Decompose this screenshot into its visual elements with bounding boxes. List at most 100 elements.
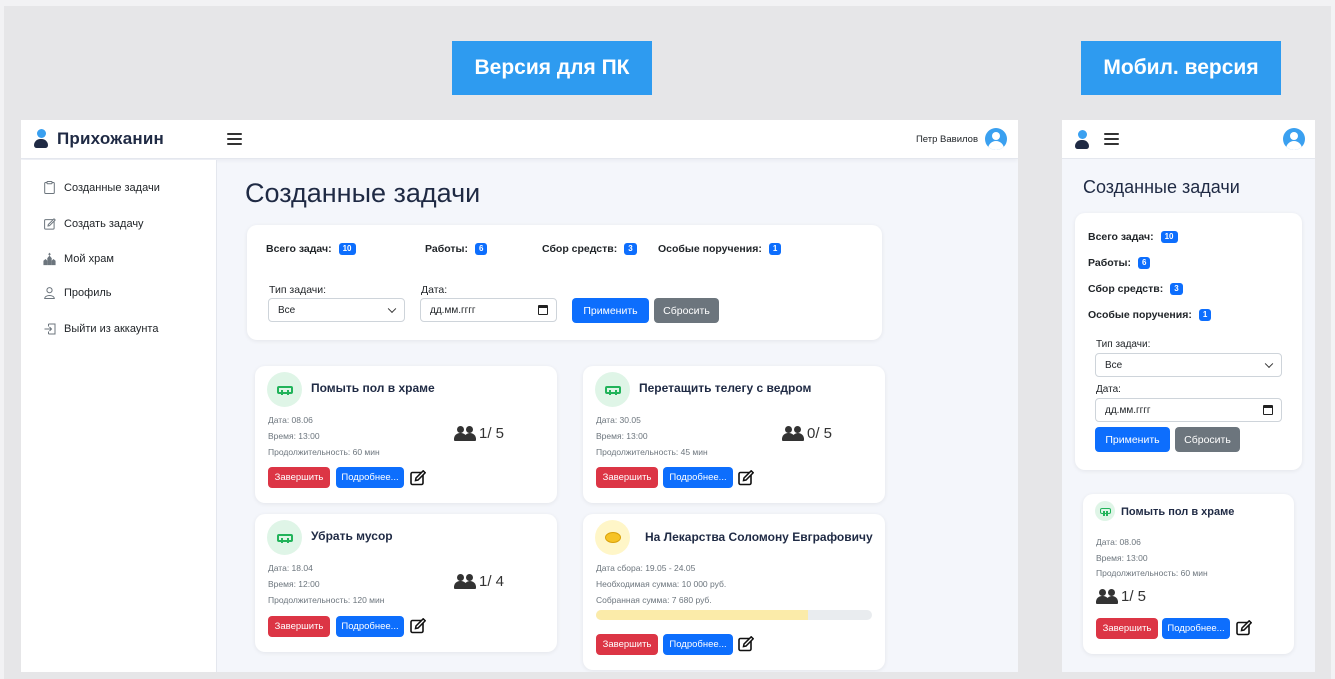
edit-icon[interactable] — [1236, 620, 1252, 636]
participants-count: 0/ 5 — [782, 425, 832, 442]
participants-count: 1/ 5 — [1096, 588, 1146, 605]
participants-count: 1/ 4 — [454, 573, 504, 590]
details-button[interactable]: Подробнее... — [663, 467, 733, 488]
finish-button[interactable]: Завершить — [268, 467, 330, 488]
menu-toggle-icon[interactable] — [227, 133, 242, 145]
sidebar-item-label: Мой храм — [64, 252, 114, 265]
task-type-value: Все — [1105, 359, 1123, 371]
task-duration: Продолжительность: 60 мин — [268, 447, 380, 457]
task-time: Время: 12:00 — [268, 579, 320, 589]
edit-icon[interactable] — [410, 470, 426, 486]
stat-total: Всего задач: 10 — [266, 243, 356, 255]
stat-total: Всего задач: 10 — [1088, 231, 1178, 243]
reset-button[interactable]: Сбросить — [654, 298, 719, 323]
stat-special-label: Особые поручения: — [1088, 309, 1192, 321]
finish-button[interactable]: Завершить — [1096, 618, 1158, 639]
task-type-label: Тип задачи: — [269, 284, 327, 296]
broom-icon — [1095, 501, 1115, 521]
broom-icon — [595, 372, 630, 407]
stat-special-label: Особые поручения: — [658, 243, 762, 255]
user-menu[interactable]: Петр Вавилов — [916, 128, 1007, 150]
edit-icon[interactable] — [738, 470, 754, 486]
date-label: Дата: — [421, 284, 448, 296]
task-duration: Продолжительность: 60 мин — [1096, 568, 1208, 578]
stat-total-label: Всего задач: — [1088, 231, 1154, 243]
user-icon — [43, 286, 56, 299]
menu-toggle-icon[interactable] — [1104, 133, 1119, 145]
coin-icon — [595, 520, 630, 555]
apply-button[interactable]: Применить — [572, 298, 649, 323]
task-time: Время: 13:00 — [596, 431, 648, 441]
sidebar-item-label: Профиль — [64, 286, 112, 299]
edit-icon[interactable] — [410, 618, 426, 634]
reset-button[interactable]: Сбросить — [1175, 427, 1240, 452]
sidebar-item-my-church[interactable]: Мой храм — [43, 252, 114, 265]
task-title: Перетащить телегу с ведром — [639, 381, 812, 395]
participants-count: 1/ 5 — [454, 425, 504, 442]
user-avatar-icon[interactable] — [1283, 128, 1305, 150]
stat-work-label: Работы: — [1088, 257, 1131, 269]
task-title: Помыть пол в храме — [311, 381, 435, 395]
people-icon — [454, 574, 476, 589]
stat-funds-label: Сбор средств: — [1088, 283, 1164, 295]
details-button[interactable]: Подробнее... — [336, 616, 404, 637]
task-title: Убрать мусор — [311, 529, 393, 543]
task-time: Время: 13:00 — [268, 431, 320, 441]
sidebar-item-created-tasks[interactable]: Созданные задачи — [43, 181, 160, 194]
task-title: Помыть пол в храме — [1121, 506, 1235, 518]
task-type-select[interactable]: Все — [268, 298, 405, 322]
date-placeholder: дд.мм.гггг — [430, 304, 476, 316]
desktop-version-tag: Версия для ПК — [452, 41, 652, 95]
details-button[interactable]: Подробнее... — [1162, 618, 1230, 639]
finish-button[interactable]: Завершить — [268, 616, 330, 637]
date-placeholder: дд.мм.гггг — [1105, 404, 1151, 416]
user-avatar-icon[interactable] — [985, 128, 1007, 150]
stat-funds: Сбор средств: 3 — [542, 243, 637, 255]
page-title: Созданные задачи — [245, 178, 481, 208]
task-type-select[interactable]: Все — [1095, 353, 1282, 377]
edit-icon[interactable] — [738, 636, 754, 652]
sidebar-item-logout[interactable]: Выйти из аккаунта — [43, 322, 158, 335]
finish-button[interactable]: Завершить — [596, 634, 658, 655]
broom-icon — [267, 372, 302, 407]
sidebar-item-create-task[interactable]: Создать задачу — [43, 217, 144, 230]
participants-value: 1/ 5 — [479, 425, 505, 442]
pencil-square-icon — [43, 217, 56, 230]
user-name: Петр Вавилов — [915, 133, 978, 145]
stat-work: Работы: 6 — [425, 243, 488, 255]
date-input[interactable]: дд.мм.гггг — [1095, 398, 1282, 422]
calendar-icon[interactable] — [1263, 405, 1273, 415]
date-input[interactable]: дд.мм.гггг — [420, 298, 557, 322]
task-title: На Лекарства Соломону Евграфовичу — [645, 530, 873, 544]
calendar-icon[interactable] — [538, 305, 548, 315]
fundraising-period: Дата сбора: 19.05 - 24.05 — [596, 563, 696, 573]
top-navbar: Прихожанин Петр Вавилов — [21, 120, 1018, 159]
stat-total-badge: 10 — [338, 243, 356, 255]
broom-icon — [267, 520, 302, 555]
task-date: Дата: 30.05 — [596, 415, 641, 425]
sidebar-item-profile[interactable]: Профиль — [43, 286, 112, 299]
brand-person-icon[interactable] — [1075, 130, 1089, 150]
fundraising-progress-bar — [596, 610, 872, 620]
fundraising-card: На Лекарства Соломону Евграфовичу Дата с… — [583, 514, 885, 670]
stat-special-badge: 1 — [768, 243, 782, 255]
task-duration: Продолжительность: 45 мин — [596, 447, 708, 457]
sidebar-item-label: Созданные задачи — [64, 181, 160, 194]
stats-filter-card: Всего задач: 10 Работы: 6 Сбор средств: 3 О… — [1075, 213, 1302, 470]
stat-funds-badge: 3 — [624, 243, 637, 255]
finish-button[interactable]: Завершить — [596, 467, 658, 488]
participants-value: 1/ 5 — [1121, 588, 1147, 605]
task-type-label: Тип задачи: — [1096, 339, 1151, 350]
apply-button[interactable]: Применить — [1095, 427, 1170, 452]
details-button[interactable]: Подробнее... — [336, 467, 404, 488]
details-button[interactable]: Подробнее... — [663, 634, 733, 655]
participants-value: 0/ 5 — [807, 425, 833, 442]
brand[interactable]: Прихожанин — [34, 129, 164, 149]
stat-funds-badge: 3 — [1170, 283, 1183, 295]
sidebar-item-label: Выйти из аккаунта — [64, 322, 159, 335]
chevron-down-icon — [387, 304, 397, 314]
stat-work: Работы: 6 — [1088, 257, 1151, 269]
stat-funds: Сбор средств: 3 — [1088, 283, 1183, 295]
people-icon — [782, 426, 804, 441]
page-title: Созданные задачи — [1083, 177, 1240, 197]
